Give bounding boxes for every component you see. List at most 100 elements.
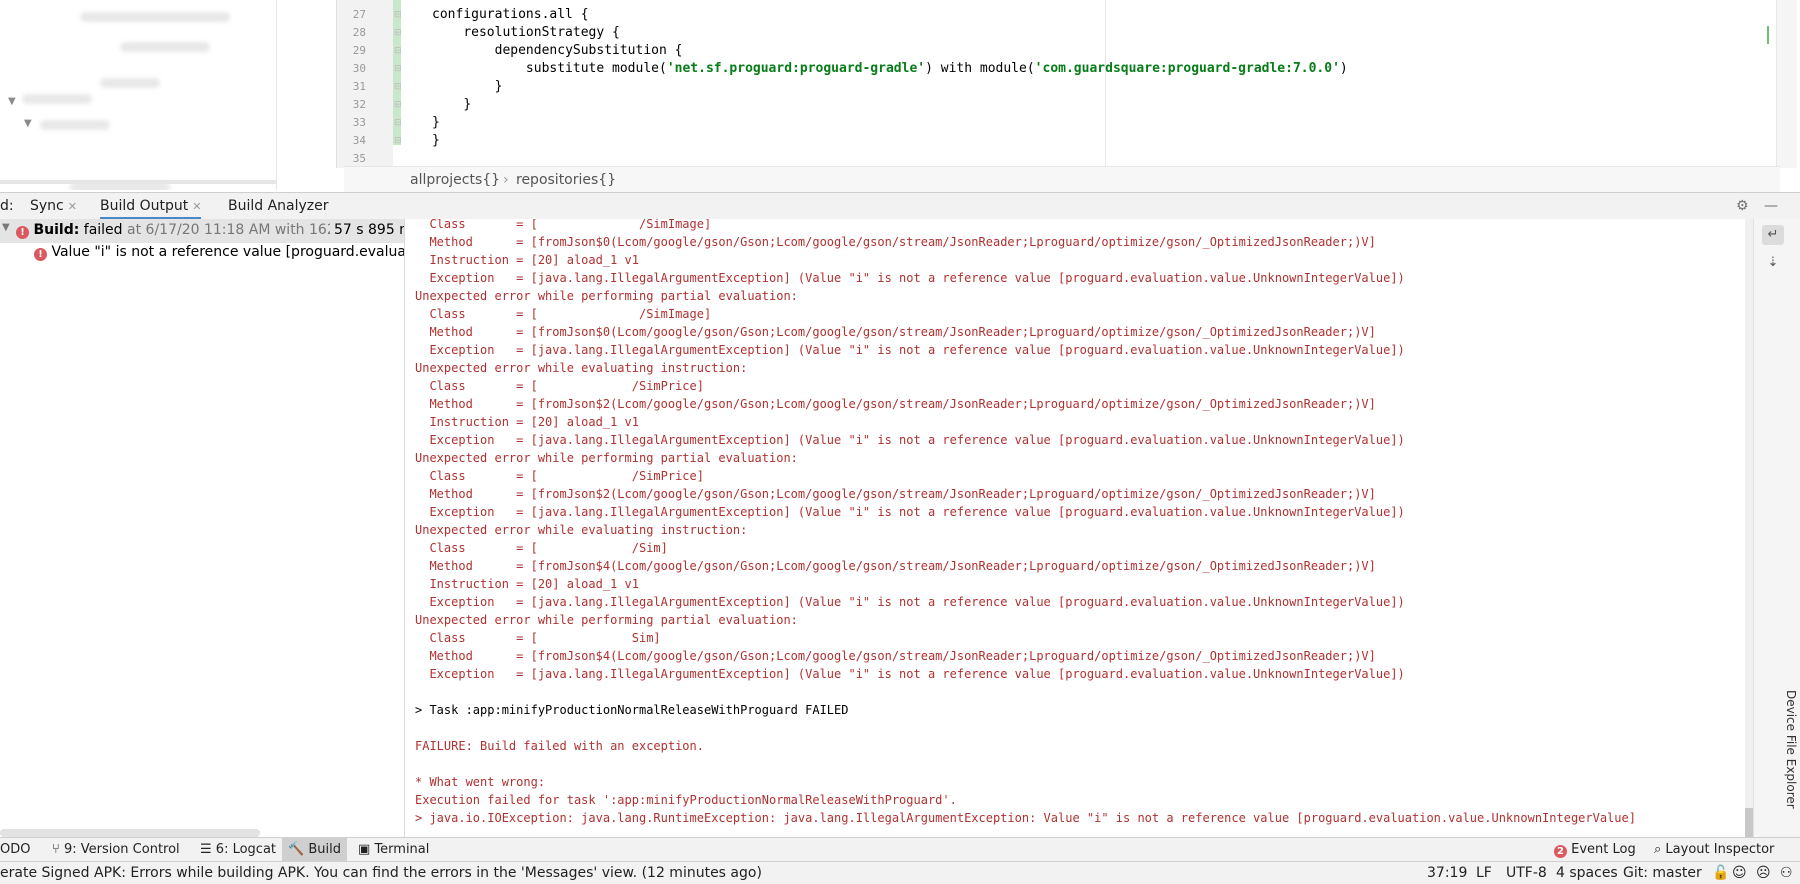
- editor-right-margin: [1105, 0, 1106, 166]
- vcs-branch[interactable]: Git: master: [1623, 865, 1702, 881]
- build-status: failed: [83, 222, 123, 238]
- happy-face-icon[interactable]: ☺: [1732, 865, 1747, 881]
- event-log-tool-button[interactable]: 2 Event Log: [1554, 842, 1636, 858]
- fold-marker-icon[interactable]: [394, 154, 404, 164]
- console-line: Unexpected error while performing partia…: [415, 613, 798, 627]
- close-icon[interactable]: ✕: [192, 200, 201, 213]
- build-tree[interactable]: ▼ ! Build: failed at 6/17/20 11:18 AM wi…: [0, 219, 405, 837]
- hammer-icon: 🔨: [288, 842, 305, 857]
- pane-splitter[interactable]: [276, 0, 345, 190]
- line-number: 31: [352, 80, 366, 93]
- scroll-to-end-icon[interactable]: ⇣: [1762, 253, 1784, 273]
- code-string-literal: 'com.guardsquare:proguard-gradle:7.0.0': [1034, 61, 1340, 76]
- breadcrumb-item-repositories[interactable]: repositories{}: [516, 172, 616, 188]
- code-line[interactable]: dependencySubstitution {: [432, 43, 683, 58]
- editor-breadcrumb: allprojects{} › repositories{}: [344, 166, 1780, 193]
- console-line: Method = [fromJson$0(Lcom/google/gson/Gs…: [415, 325, 1376, 339]
- gear-icon[interactable]: ⚙: [1736, 198, 1749, 214]
- fold-marker-icon[interactable]: ⊟: [394, 46, 404, 56]
- console-line: FAILURE: Build failed with an exception.: [415, 739, 704, 753]
- code-line[interactable]: resolutionStrategy {: [432, 25, 620, 40]
- console-line: > Task :app:minifyProductionNormalReleas…: [415, 703, 849, 717]
- code-token: configurations.all {: [432, 7, 589, 22]
- device-file-explorer-tab[interactable]: Device File Explorer: [1782, 690, 1800, 830]
- fold-marker-icon[interactable]: ⊟: [394, 136, 404, 146]
- terminal-icon: ▣: [358, 842, 371, 857]
- layout-inspector-label: Layout Inspector: [1665, 842, 1775, 857]
- tab-build-analyzer[interactable]: Build Analyzer: [228, 198, 329, 214]
- soft-wrap-icon[interactable]: ↵: [1762, 225, 1784, 245]
- logcat-icon: ☰: [200, 842, 212, 857]
- tree-expand-arrow-icon[interactable]: ▼: [24, 118, 32, 129]
- fold-marker-icon[interactable]: ⊟: [394, 118, 404, 128]
- code-line[interactable]: }: [432, 115, 440, 130]
- console-line: Class = [ Sim]: [415, 631, 661, 645]
- terminal-label: Terminal: [374, 842, 430, 857]
- console-line: Execution failed for task ':app:minifyPr…: [415, 793, 957, 807]
- console-line: Unexpected error while evaluating instru…: [415, 523, 748, 537]
- console-line: Exception = [java.lang.IllegalArgumentEx…: [415, 667, 1405, 681]
- fold-marker-icon[interactable]: ⊟: [394, 28, 404, 38]
- code-token: }: [494, 79, 503, 94]
- console-line: Exception = [java.lang.IllegalArgumentEx…: [415, 505, 1405, 519]
- console-line: Unexpected error while performing partia…: [415, 289, 798, 303]
- console-line: Class = [ /SimPrice]: [415, 469, 704, 483]
- status-message[interactable]: erate Signed APK: Errors while building …: [0, 865, 762, 881]
- fold-marker-icon[interactable]: ⊟: [394, 10, 404, 20]
- line-number: 34: [352, 134, 366, 147]
- code-line[interactable]: }: [432, 79, 503, 94]
- fold-marker-icon[interactable]: ⊟: [394, 100, 404, 110]
- status-bar: erate Signed APK: Errors while building …: [0, 861, 1800, 884]
- console-line: Method = [fromJson$0(Lcom/google/gson/Gs…: [415, 235, 1376, 249]
- tree-horizontal-scrollbar[interactable]: [0, 829, 260, 837]
- build-root-node[interactable]: ! Build: failed at 6/17/20 11:18 AM with…: [16, 222, 345, 239]
- terminal-tool-button[interactable]: ▣ Terminal: [358, 842, 429, 857]
- code-line[interactable]: }: [432, 133, 440, 148]
- console-scrollbar-thumb[interactable]: [1745, 808, 1753, 837]
- todo-tool-button[interactable]: ODO: [0, 842, 30, 857]
- version-control-tool-button[interactable]: ⑂ 9: Version Control: [52, 842, 180, 857]
- code-line[interactable]: }: [432, 97, 471, 112]
- layout-inspector-icon: ⌕: [1654, 842, 1662, 857]
- inspector-person-icon[interactable]: ⚇: [1780, 865, 1793, 881]
- file-encoding[interactable]: UTF-8: [1506, 865, 1547, 881]
- console-scrollbar[interactable]: [1745, 219, 1753, 837]
- tree-expand-arrow-icon[interactable]: ▼: [2, 222, 10, 233]
- build-tool-button[interactable]: 🔨 Build: [282, 838, 347, 862]
- layout-inspector-tool-button[interactable]: ⌕ Layout Inspector: [1654, 842, 1774, 857]
- code-line[interactable]: configurations.all {: [432, 7, 589, 22]
- line-number: 32: [352, 98, 366, 111]
- sad-face-icon[interactable]: ☹: [1756, 865, 1771, 881]
- version-control-label: 9: Version Control: [63, 842, 180, 857]
- tab-label: Build Analyzer: [228, 198, 329, 214]
- event-log-badge: 2: [1554, 845, 1567, 858]
- indent-setting[interactable]: 4 spaces: [1556, 865, 1618, 881]
- code-token: }: [432, 115, 440, 130]
- fold-marker-icon[interactable]: ⊟: [394, 82, 404, 92]
- editor-change-mark: [1767, 26, 1769, 44]
- minimize-icon[interactable]: —: [1764, 198, 1778, 214]
- build-error-node[interactable]: ! Value "i" is not a reference value [pr…: [34, 244, 404, 261]
- tree-expand-arrow-icon[interactable]: ▼: [8, 96, 16, 107]
- tab-build-output[interactable]: Build Output ✕: [100, 198, 202, 220]
- branch-icon: ⑂: [52, 842, 60, 857]
- console-line: Exception = [java.lang.IllegalArgumentEx…: [415, 433, 1405, 447]
- console-line: Method = [fromJson$4(Lcom/google/gson/Gs…: [415, 559, 1376, 573]
- tab-sync[interactable]: Sync ✕: [30, 198, 77, 214]
- editor-scrollbar[interactable]: [1776, 0, 1797, 168]
- caret-position[interactable]: 37:19: [1427, 865, 1467, 881]
- fold-marker-icon[interactable]: ⊟: [394, 64, 404, 74]
- code-token: substitute module(: [525, 61, 667, 76]
- lock-icon[interactable]: 🔓: [1712, 865, 1729, 881]
- logcat-tool-button[interactable]: ☰ 6: Logcat: [200, 842, 276, 857]
- line-number: 28: [352, 26, 366, 39]
- build-console-output[interactable]: Class = [ /SimImage] Method = [fromJson$…: [405, 219, 1753, 837]
- code-line[interactable]: substitute module('net.sf.proguard:progu…: [432, 61, 1348, 76]
- console-line: Instruction = [20] aload_1 v1: [415, 415, 639, 429]
- breadcrumb-item-allprojects[interactable]: allprojects{}: [410, 172, 500, 188]
- device-file-explorer-label: Device File Explorer: [1784, 690, 1798, 809]
- line-separator[interactable]: LF: [1476, 865, 1492, 881]
- project-tree-pane[interactable]: ▼ ▼: [0, 0, 276, 190]
- close-icon[interactable]: ✕: [68, 200, 77, 213]
